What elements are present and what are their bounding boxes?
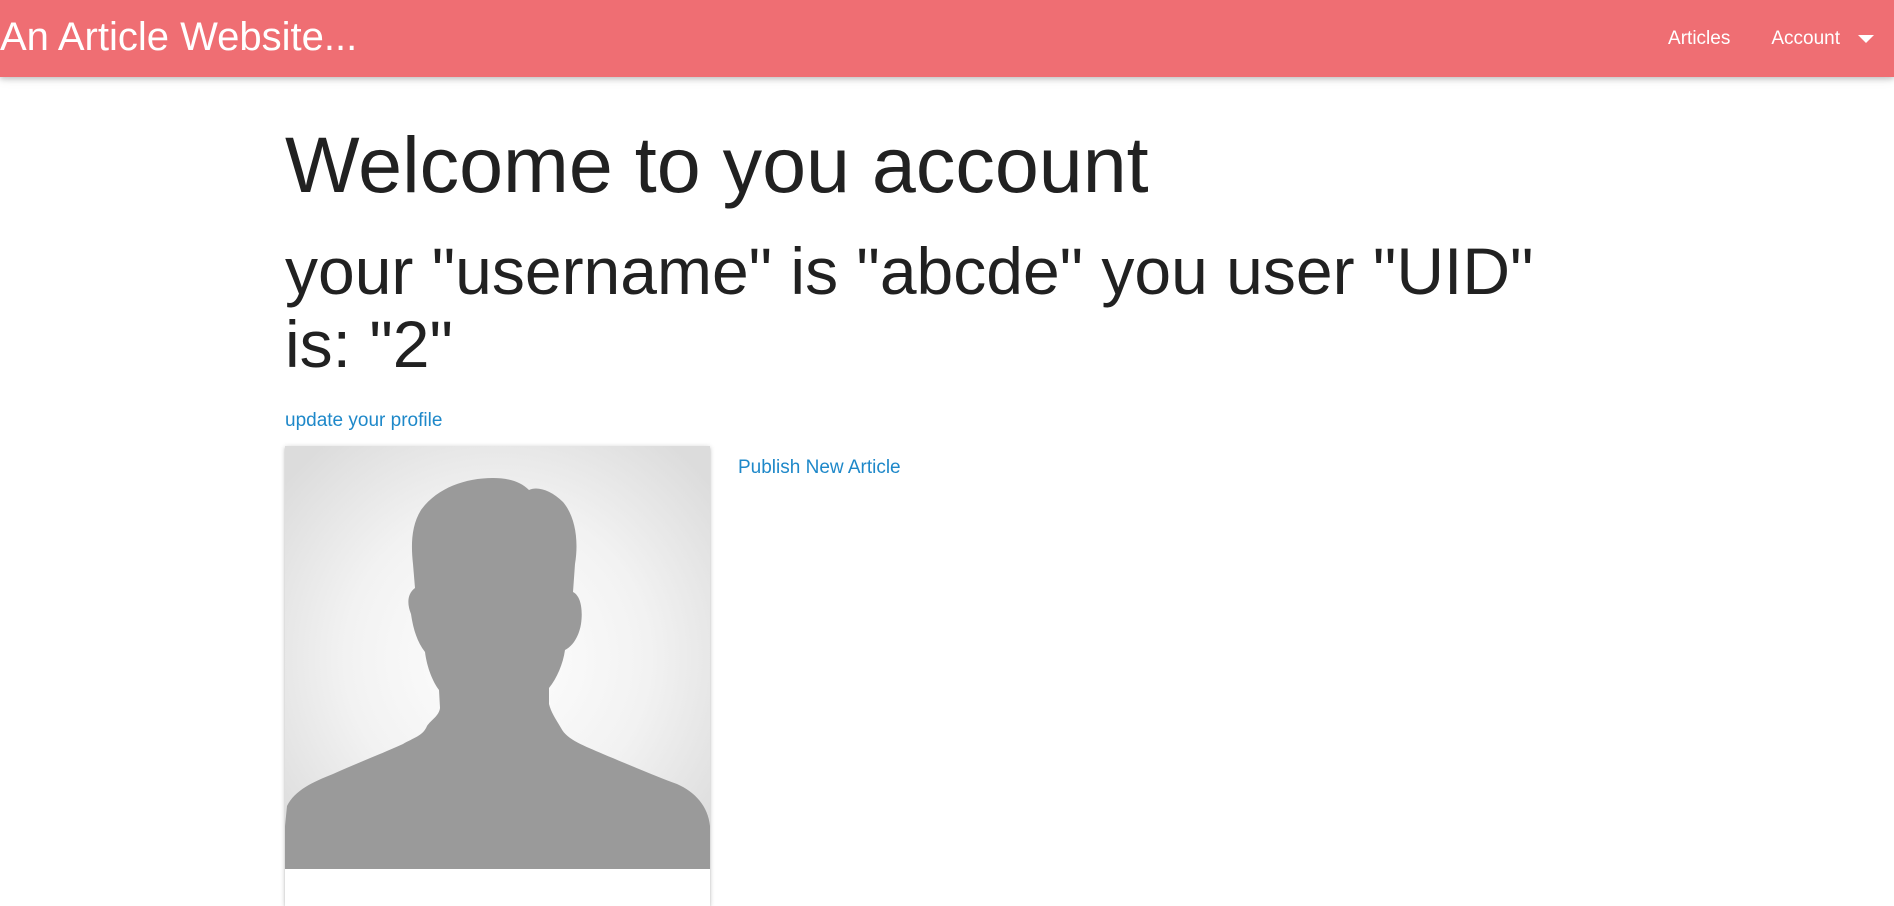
- site-brand-link[interactable]: An Article Website...: [0, 13, 357, 61]
- publish-article-link[interactable]: Publish New Article: [738, 457, 901, 479]
- nav-articles-link[interactable]: Articles: [1649, 0, 1749, 77]
- account-dropdown[interactable]: Account: [1749, 0, 1894, 77]
- nav-account-link[interactable]: Account: [1752, 0, 1854, 77]
- default-avatar-silhouette-icon: [285, 446, 710, 869]
- profile-card: [285, 446, 710, 906]
- caret-down-icon[interactable]: [1858, 34, 1874, 43]
- user-info-heading: your "username" is "abcde" you user "UID…: [285, 234, 1534, 381]
- update-profile-link[interactable]: update your profile: [285, 410, 442, 432]
- nav-menu: Articles Account: [1649, 0, 1894, 77]
- page-title: Welcome to you account: [285, 120, 1149, 209]
- top-navbar: An Article Website... Articles Account: [0, 0, 1894, 77]
